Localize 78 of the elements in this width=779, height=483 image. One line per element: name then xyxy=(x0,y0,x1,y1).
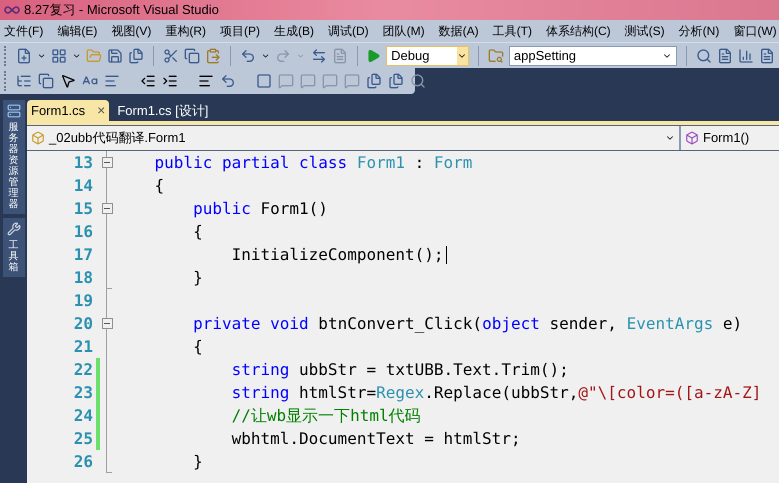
line-number: 18 xyxy=(72,266,93,288)
menu-item[interactable]: 编辑(E) xyxy=(57,22,98,40)
copy-icon[interactable] xyxy=(38,73,54,89)
member-dropdown[interactable]: Form1() xyxy=(681,126,779,150)
code-line: } xyxy=(192,450,203,472)
menu-item[interactable]: 生成(B) xyxy=(274,22,314,40)
side-tab[interactable]: 服务器资源管理器 xyxy=(2,100,24,214)
code-line: { xyxy=(192,336,203,358)
line-number: 22 xyxy=(72,358,93,380)
menu-item[interactable]: 体系结构(C) xyxy=(546,22,611,40)
collapse-toggle[interactable] xyxy=(102,203,112,214)
menu-item[interactable]: 数据(A) xyxy=(438,22,479,40)
outdent-icon[interactable] xyxy=(140,73,156,89)
menu-item[interactable]: 测试(S) xyxy=(624,22,665,40)
menu-item[interactable]: 工具(T) xyxy=(492,22,532,40)
side-tab[interactable]: 工具箱 xyxy=(2,218,24,277)
grid-icon[interactable] xyxy=(51,48,68,64)
code-line: string ubbStr = txtUBB.Text.Trim(); xyxy=(230,358,569,380)
class-icon xyxy=(31,131,45,145)
infinity-logo-icon xyxy=(4,6,20,14)
line-number: 20 xyxy=(72,312,93,334)
cut-icon[interactable] xyxy=(163,48,180,64)
code-line: public partial class Form1 : Form xyxy=(154,152,472,174)
menu-item[interactable]: 窗口(W) xyxy=(733,22,777,40)
menu-item[interactable]: 调试(D) xyxy=(328,22,369,40)
search-combo[interactable]: appSetting xyxy=(508,46,678,66)
line-number: 13 xyxy=(72,152,93,174)
line-number: 19 xyxy=(72,290,93,312)
menu-item[interactable]: 项目(P) xyxy=(220,22,260,40)
indent-icon[interactable] xyxy=(162,73,178,89)
method-icon xyxy=(685,131,699,145)
document-icon[interactable] xyxy=(759,48,776,64)
line-number: 23 xyxy=(72,382,93,404)
line-number: 15 xyxy=(72,198,93,220)
line-number: 24 xyxy=(72,404,93,426)
code-line: public Form1() xyxy=(192,198,328,220)
wrench-icon xyxy=(6,222,20,236)
editor-tab[interactable]: Form1.cs [设计] xyxy=(113,100,212,121)
line-number: 26 xyxy=(72,450,93,472)
server-icon xyxy=(6,104,20,118)
new-file-icon[interactable] xyxy=(16,48,32,64)
list-icon[interactable] xyxy=(104,73,120,89)
menu-item[interactable]: 分析(N) xyxy=(678,22,720,40)
paste-icon[interactable] xyxy=(205,48,222,64)
list-icon[interactable] xyxy=(16,73,32,89)
copy-icon[interactable] xyxy=(184,48,200,64)
line-number: 17 xyxy=(72,244,93,266)
line-number: 16 xyxy=(72,220,93,242)
code-line: string htmlStr=Regex.Replace(ubbStr,@"\[color=([a-zA-Z] xyxy=(230,382,762,404)
menu-item[interactable]: 重构(R) xyxy=(165,22,206,40)
close-tab-button[interactable]: × xyxy=(97,100,106,121)
find-icon[interactable] xyxy=(696,48,712,64)
collapse-toggle[interactable] xyxy=(102,318,112,329)
start-debugging-icon[interactable] xyxy=(366,48,382,64)
code-line: //让wb显示一下html代码 xyxy=(230,404,421,426)
editor-tab[interactable]: Form1.cs × xyxy=(27,100,110,121)
save-icon[interactable] xyxy=(107,48,124,64)
code-line: } xyxy=(192,266,203,288)
line-number: 25 xyxy=(72,428,93,450)
configuration-dropdown[interactable]: Debug xyxy=(386,46,469,66)
code-line: { xyxy=(192,220,203,242)
code-line: private void btnConvert_Click(object sender, EventArgs e) xyxy=(192,312,742,335)
menu-item[interactable]: 文件(F) xyxy=(4,22,44,40)
window-title: 8.27复习 - Microsoft Visual Studio xyxy=(24,1,219,20)
code-line: wbhtml.DocumentText = htmlStr; xyxy=(230,428,521,450)
folder-search-icon[interactable] xyxy=(488,48,504,64)
undo-icon[interactable] xyxy=(240,48,256,64)
line-number: 21 xyxy=(72,336,93,358)
pointer-icon[interactable] xyxy=(60,73,76,89)
code-line: InitializeComponent(); xyxy=(230,244,444,266)
menu-item[interactable]: 视图(V) xyxy=(111,22,152,40)
code-line: { xyxy=(154,174,164,196)
navigate-icon[interactable] xyxy=(310,48,327,64)
menu-item[interactable]: 团队(M) xyxy=(382,22,425,40)
line-number: 14 xyxy=(72,174,93,196)
search-icon[interactable] xyxy=(410,73,426,89)
chart-icon[interactable] xyxy=(738,48,754,64)
collapse-toggle[interactable] xyxy=(102,157,112,168)
